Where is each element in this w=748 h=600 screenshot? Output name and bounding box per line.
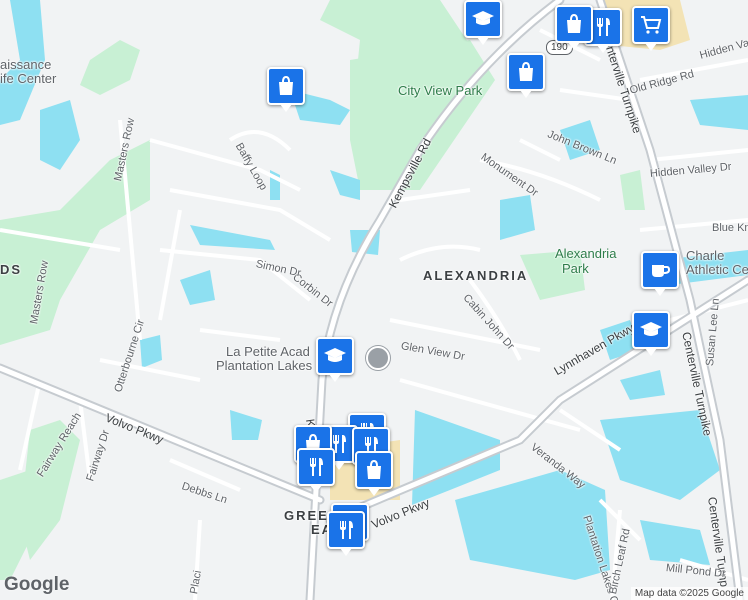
shopping-marker[interactable] xyxy=(507,53,545,98)
shopping-bag-icon xyxy=(279,75,293,95)
school-marker[interactable] xyxy=(464,0,502,45)
school-marker[interactable] xyxy=(316,337,354,382)
shopping-cart-icon xyxy=(641,16,662,34)
restaurant-marker[interactable] xyxy=(327,511,365,556)
poi-label[interactable]: aissance xyxy=(0,58,51,72)
location-pin-icon[interactable] xyxy=(366,346,390,370)
area-label: ALEXANDRIA xyxy=(423,268,529,283)
area-label: DS xyxy=(0,262,23,277)
cutlery-icon xyxy=(597,18,610,36)
shopping-bag-icon xyxy=(367,459,381,479)
graduation-cap-icon xyxy=(324,348,346,362)
cafe-marker[interactable] xyxy=(641,251,679,296)
graduation-cap-icon xyxy=(472,11,494,25)
park-label[interactable]: Alexandria xyxy=(555,246,616,261)
poi-label[interactable]: La Petite Acad xyxy=(226,345,310,359)
cutlery-icon xyxy=(310,458,323,476)
shopping-marker[interactable] xyxy=(267,67,305,112)
road-label: Blue Kn xyxy=(712,222,748,234)
shopping-bag-icon xyxy=(567,13,581,33)
grocery-marker[interactable] xyxy=(632,6,670,51)
poi-label-line2: Plantation Lakes xyxy=(216,358,313,373)
poi-label-line2: ife Center xyxy=(0,71,57,86)
map-canvas[interactable]: ALEXANDRIA GREEN EA DS City View Park Al… xyxy=(0,0,748,600)
cutlery-icon xyxy=(340,521,353,539)
shopping-marker[interactable] xyxy=(355,451,393,496)
park-label[interactable]: City View Park xyxy=(398,83,482,98)
map-attribution[interactable]: Map data ©2025 Google xyxy=(630,587,748,600)
google-logo: Google xyxy=(4,574,70,595)
restaurant-marker[interactable] xyxy=(297,448,335,493)
park-label-line2: Park xyxy=(562,261,589,276)
school-marker[interactable] xyxy=(632,311,670,356)
poi-label-line2: Athletic Ce xyxy=(686,262,748,277)
shopping-bag-icon xyxy=(519,61,533,81)
shopping-marker[interactable] xyxy=(555,5,593,50)
coffee-cup-icon xyxy=(652,265,671,277)
graduation-cap-icon xyxy=(640,322,662,336)
poi-label[interactable]: Charle xyxy=(686,249,724,263)
